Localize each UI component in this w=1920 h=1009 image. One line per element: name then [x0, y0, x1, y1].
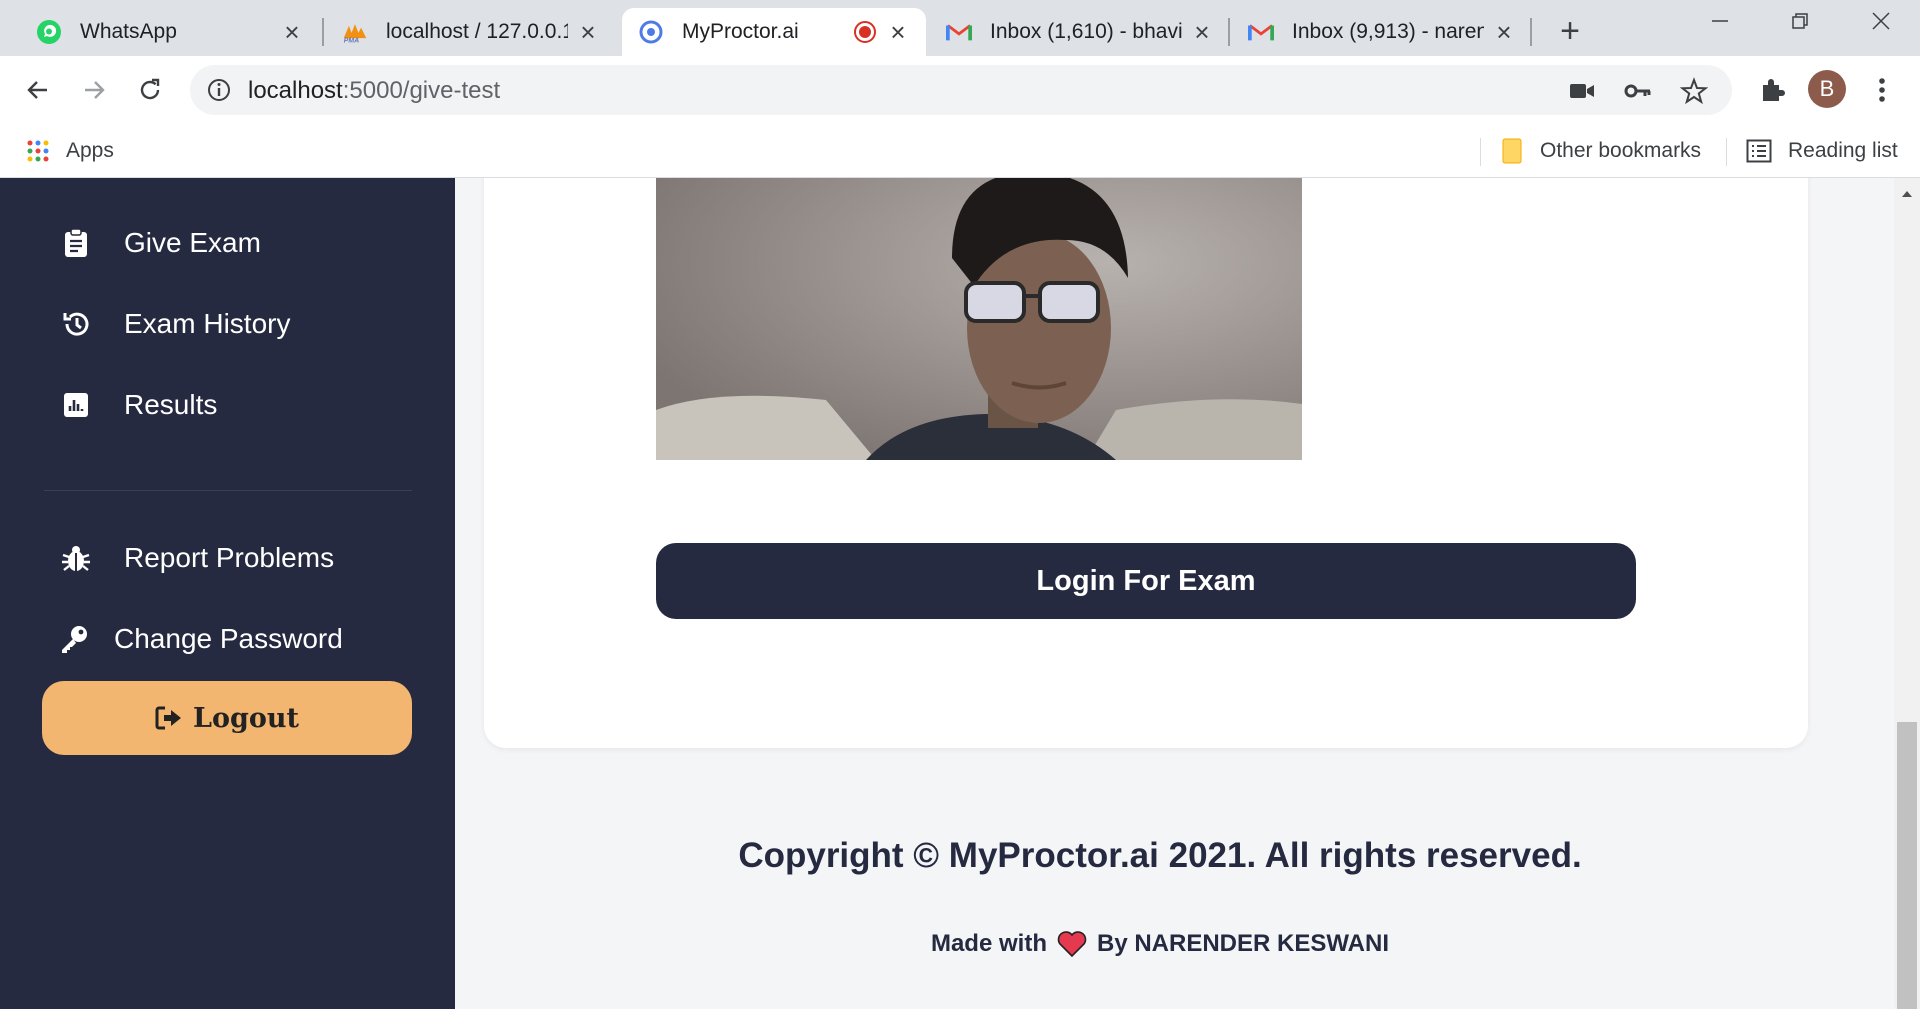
svg-text:PMA: PMA [344, 37, 359, 44]
logout-label: Logout [193, 702, 299, 734]
url-text: localhost:5000/give-test [248, 77, 500, 105]
bookmark-apps[interactable]: Apps [26, 124, 114, 178]
reading-list-button[interactable]: Reading list [1746, 124, 1898, 178]
tab-inbox-bhavi[interactable]: Inbox (1,610) - bhavi × [930, 8, 1230, 56]
forward-button[interactable] [74, 70, 114, 110]
recording-icon [852, 19, 878, 45]
minimize-icon [1712, 20, 1728, 22]
made-with-prefix: Made with [930, 930, 1047, 957]
heart-icon [1057, 930, 1087, 958]
url-path: :5000/give-test [342, 77, 501, 104]
minimize-button[interactable] [1697, 8, 1743, 40]
new-tab-button[interactable]: + [1552, 14, 1588, 50]
restore-button[interactable] [1777, 8, 1823, 40]
profile-avatar[interactable]: B [1808, 70, 1846, 108]
key-icon [56, 621, 92, 657]
more-vert-icon [1879, 78, 1885, 102]
bookmark-separator [1480, 138, 1481, 166]
sidebar-item-label: Results [124, 389, 218, 420]
extensions-button[interactable] [1754, 72, 1790, 108]
bookmark-separator [1726, 138, 1727, 166]
address-bar[interactable]: localhost:5000/give-test [190, 65, 1732, 115]
close-icon[interactable]: × [886, 19, 910, 45]
restore-icon [1792, 13, 1808, 29]
folder-icon [1500, 137, 1524, 165]
bookmark-label: Apps [66, 139, 114, 162]
scroll-up-arrow-icon[interactable] [1894, 184, 1920, 204]
key-icon[interactable] [1624, 77, 1652, 105]
close-window-button[interactable] [1858, 8, 1904, 40]
tab-title: MyProctor.ai [682, 20, 799, 43]
made-with-text: Made with By NARENDER KESWANI [455, 930, 1865, 958]
sidebar-divider [44, 490, 412, 491]
gmail-icon [946, 19, 972, 45]
sidebar-item-report-problems[interactable]: Report Problems [58, 533, 334, 583]
sidebar-item-exam-history[interactable]: Exam History [58, 299, 290, 349]
reload-button[interactable] [130, 70, 170, 110]
tab-inbox-naren[interactable]: Inbox (9,913) - naren × [1232, 8, 1532, 56]
clipboard-icon [58, 225, 94, 261]
reading-list-icon [1746, 139, 1772, 163]
site-icon [638, 19, 664, 45]
close-icon[interactable]: × [280, 19, 304, 45]
back-button[interactable] [18, 70, 58, 110]
sign-out-icon [155, 706, 183, 730]
tab-separator [1530, 18, 1532, 46]
sidebar: Give Exam Exam History Results Report Pr… [0, 178, 455, 1009]
gmail-icon [1248, 19, 1274, 45]
tab-separator [1228, 18, 1230, 46]
sidebar-item-label: Change Password [114, 623, 343, 654]
apps-grid-icon [26, 139, 50, 163]
history-icon [58, 306, 94, 342]
tab-separator [322, 18, 324, 46]
tab-title: WhatsApp [80, 20, 177, 43]
phpmyadmin-icon: PMA [342, 19, 368, 45]
close-icon[interactable]: × [1492, 19, 1516, 45]
tab-title: Inbox (1,610) - bhavi [990, 20, 1182, 43]
bookmarks-bar: Apps Other bookmarks Reading list [0, 124, 1920, 178]
browser-toolbar: localhost:5000/give-test B [0, 56, 1920, 124]
reload-icon [140, 78, 160, 100]
tab-title: localhost / 127.0.0.1 | phpMyAdmin [386, 20, 568, 43]
copyright-text: Copyright © MyProctor.ai 2021. All right… [738, 836, 1582, 875]
sidebar-item-label: Give Exam [124, 227, 261, 258]
menu-button[interactable] [1864, 72, 1900, 108]
chart-icon [58, 387, 94, 423]
logout-button[interactable]: Logout [42, 681, 412, 755]
sidebar-item-label: Report Problems [124, 542, 335, 573]
close-icon[interactable]: × [1190, 19, 1214, 45]
bug-icon [58, 540, 94, 576]
tab-whatsapp[interactable]: WhatsApp × [20, 8, 320, 56]
info-icon[interactable] [206, 77, 232, 103]
arrow-left-icon [27, 81, 47, 99]
tab-myproctor[interactable]: MyProctor.ai × [622, 8, 926, 56]
whatsapp-icon [36, 19, 62, 45]
close-icon [1872, 12, 1890, 30]
camera-icon[interactable] [1568, 77, 1596, 105]
webcam-preview [656, 178, 1302, 460]
close-icon[interactable]: × [576, 19, 600, 45]
scrollbar[interactable] [1894, 178, 1920, 1009]
sidebar-item-label: Exam History [124, 308, 291, 339]
login-for-exam-button[interactable]: Login For Exam [656, 543, 1636, 619]
bookmark-other[interactable]: Other bookmarks [1500, 124, 1701, 178]
tab-phpmyadmin[interactable]: PMA localhost / 127.0.0.1 | phpMyAdmin × [326, 8, 616, 56]
puzzle-icon [1763, 79, 1785, 101]
sidebar-item-results[interactable]: Results [58, 380, 217, 430]
page-content: Give Exam Exam History Results Report Pr… [0, 178, 1920, 1009]
url-host: localhost [248, 77, 343, 104]
tab-strip: WhatsApp × PMA localhost / 127.0.0.1 | p… [0, 0, 1920, 56]
sidebar-item-change-password[interactable]: Change Password [56, 614, 343, 664]
scrollbar-thumb[interactable] [1897, 722, 1917, 1009]
sidebar-item-give-exam[interactable]: Give Exam [58, 218, 261, 268]
arrow-right-icon [85, 81, 105, 99]
star-icon[interactable] [1680, 77, 1708, 105]
made-with-suffix: By NARENDER KESWANI [1096, 930, 1390, 957]
bookmark-label: Reading list [1788, 139, 1898, 162]
bookmark-label: Other bookmarks [1540, 139, 1702, 162]
tab-title: Inbox (9,913) - naren [1292, 20, 1484, 43]
